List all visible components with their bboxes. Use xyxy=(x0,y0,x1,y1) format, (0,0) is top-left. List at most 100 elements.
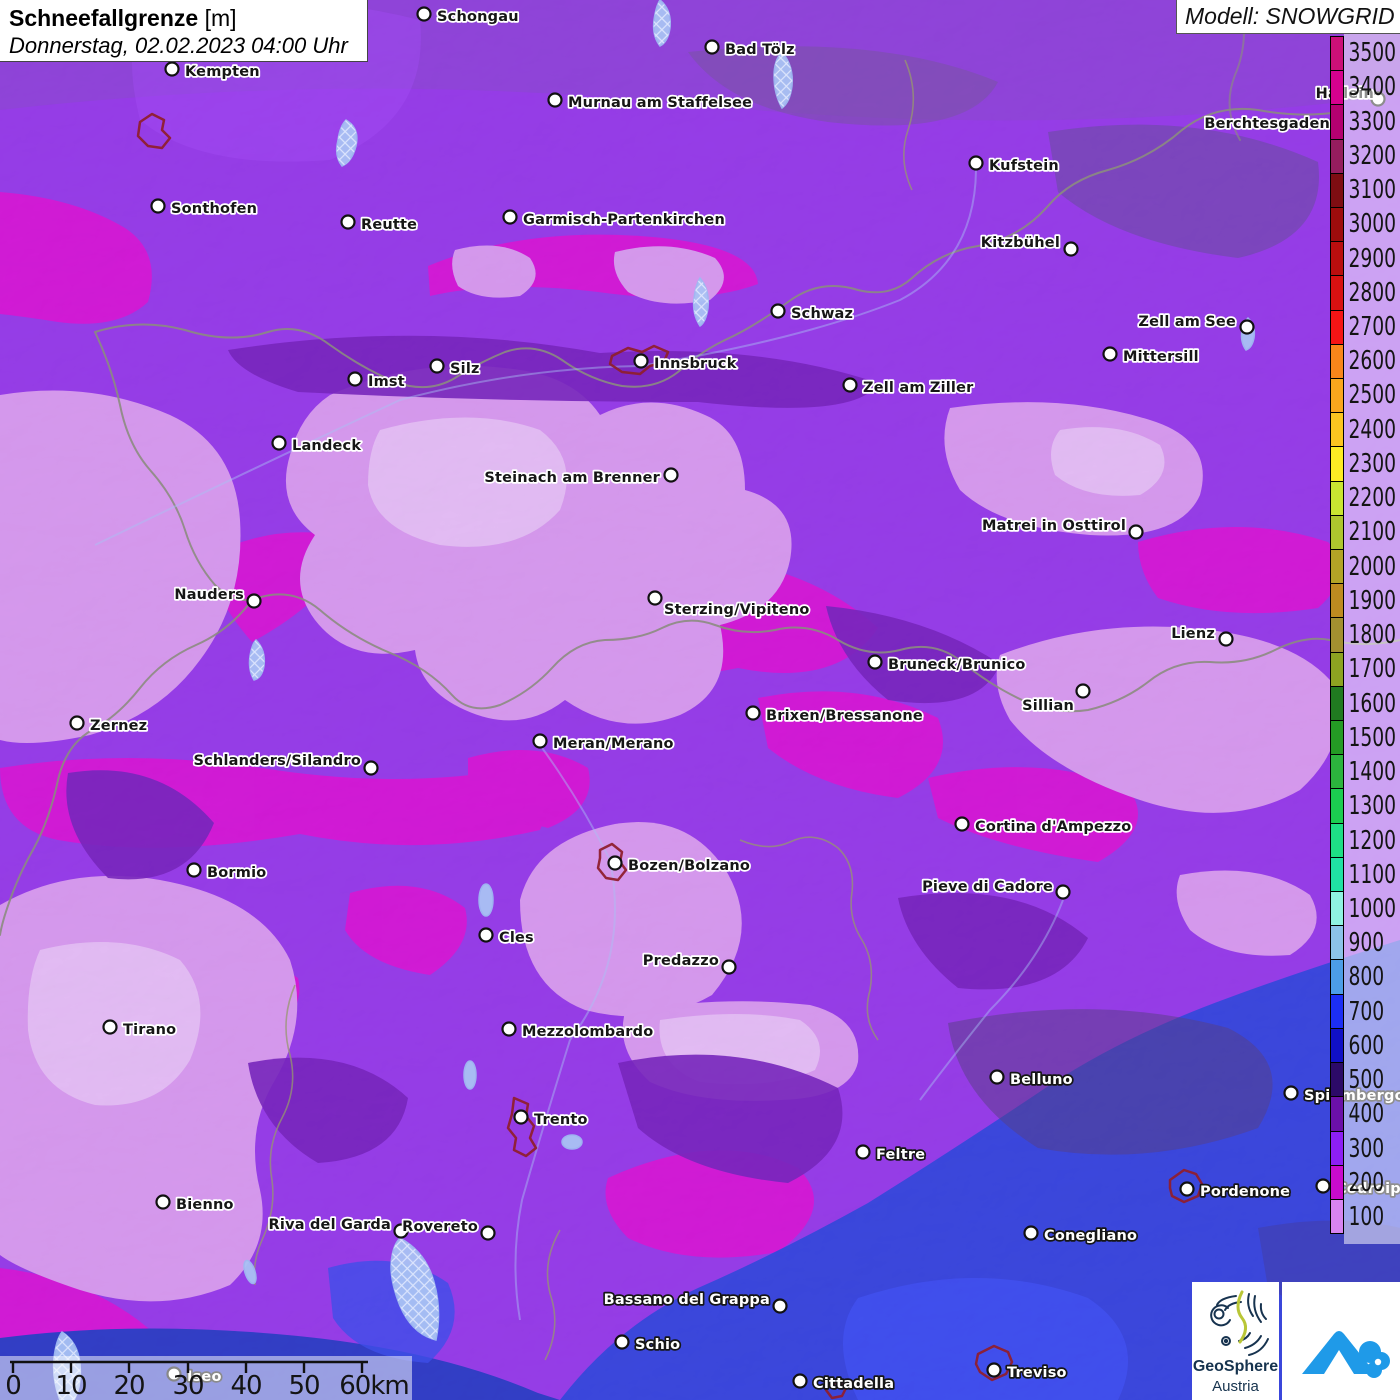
colorbar-segment-200 xyxy=(1330,1165,1344,1200)
city-dot xyxy=(342,216,355,229)
title-unit: [m] xyxy=(205,5,237,31)
city-dot xyxy=(635,355,648,368)
colorbar-segment-2500 xyxy=(1330,378,1344,413)
colorbar-value-2600: 2600 xyxy=(1347,344,1385,378)
city-label: Bassano del Grappa xyxy=(604,1292,770,1308)
scalebar-label: 20 xyxy=(113,1371,144,1400)
colorbar-segment-1700 xyxy=(1330,652,1344,687)
colorbar-value-3300: 3300 xyxy=(1347,104,1385,138)
colorbar xyxy=(1330,36,1344,1234)
city-label: Sillian xyxy=(1022,698,1074,714)
city-dot xyxy=(774,1300,787,1313)
colorbar-segment-2900 xyxy=(1330,241,1344,276)
mountain-cloud-icon xyxy=(1282,1282,1400,1400)
colorbar-segment-3100 xyxy=(1330,173,1344,208)
scalebar: 0 10 20 30 40 50 60km xyxy=(0,1356,412,1400)
colorbar-segment-1600 xyxy=(1330,686,1344,721)
partner-logo xyxy=(1282,1282,1400,1400)
colorbar-segment-2200 xyxy=(1330,481,1344,516)
colorbar-segment-1100 xyxy=(1330,857,1344,892)
city-label: Bad Tölz xyxy=(725,42,795,58)
city-label: Pordenone xyxy=(1200,1184,1290,1200)
title-box: Schneefallgrenze [m] Donnerstag, 02.02.2… xyxy=(0,0,368,62)
colorbar-labels: 3500340033003200310030002900280027002600… xyxy=(1347,36,1400,1234)
colorbar-segment-1800 xyxy=(1330,617,1344,652)
city-label: Zell am See xyxy=(1138,314,1236,330)
colorbar-value-1800: 1800 xyxy=(1347,618,1385,652)
city-label: Zernez xyxy=(90,718,147,734)
city-garmisch-partenkirchen: Garmisch-Partenkirchen xyxy=(504,211,725,229)
city-cortina-d-ampezzo: Cortina d'Ampezzo xyxy=(956,818,1132,836)
scalebar-label: 50 xyxy=(288,1371,319,1400)
city-label: Treviso xyxy=(1007,1365,1067,1381)
title-text: Schneefallgrenze xyxy=(9,5,198,31)
city-dot xyxy=(649,592,662,605)
city-dot xyxy=(1057,886,1070,899)
scalebar-label: 10 xyxy=(55,1371,86,1400)
model-label: Modell: SNOWGRID xyxy=(1185,3,1395,29)
colorbar-segment-500 xyxy=(1330,1062,1344,1097)
colorbar-segment-2800 xyxy=(1330,275,1344,310)
city-dot xyxy=(166,63,179,76)
city-meran-merano: Meran/Merano xyxy=(534,735,674,753)
geosphere-contour-icon xyxy=(1192,1282,1279,1358)
colorbar-segment-1300 xyxy=(1330,788,1344,823)
colorbar-value-1600: 1600 xyxy=(1347,686,1385,720)
city-label: Schlanders/Silandro xyxy=(193,753,361,769)
colorbar-segment-3200 xyxy=(1330,139,1344,174)
city-label: Meran/Merano xyxy=(553,736,674,752)
colorbar-segment-800 xyxy=(1330,959,1344,994)
colorbar-segment-1200 xyxy=(1330,823,1344,858)
city-label: Mezzolombardo xyxy=(522,1024,653,1040)
colorbar-segment-300 xyxy=(1330,1131,1344,1166)
city-label: Landeck xyxy=(292,438,361,454)
scalebar-label: 60km xyxy=(339,1371,408,1400)
city-label: Predazzo xyxy=(643,953,719,969)
city-dot xyxy=(515,1111,528,1124)
colorbar-segment-3300 xyxy=(1330,104,1344,139)
city-dot xyxy=(503,1023,516,1036)
colorbar-value-1500: 1500 xyxy=(1347,721,1385,755)
city-label: Tirano xyxy=(123,1022,176,1038)
colorbar-value-1300: 1300 xyxy=(1347,789,1385,823)
colorbar-value-2200: 2200 xyxy=(1347,481,1385,515)
colorbar-segment-3500 xyxy=(1330,36,1344,71)
city-label: Cittadella xyxy=(813,1376,894,1392)
city-label: Zell am Ziller xyxy=(863,380,974,396)
city-dot xyxy=(1065,243,1078,256)
title-datetime: Donnerstag, 02.02.2023 04:00 Uhr xyxy=(9,32,358,60)
colorbar-segment-600 xyxy=(1330,1028,1344,1063)
city-dot xyxy=(71,717,84,730)
city-dot xyxy=(248,595,261,608)
city-dot xyxy=(747,707,760,720)
colorbar-segment-2300 xyxy=(1330,446,1344,481)
colorbar-value-2400: 2400 xyxy=(1347,413,1385,447)
colorbar-value-2800: 2800 xyxy=(1347,276,1385,310)
city-label: Schwaz xyxy=(791,306,853,322)
city-label: Innsbruck xyxy=(654,356,737,372)
colorbar-segment-100 xyxy=(1330,1199,1344,1234)
city-label: Cles xyxy=(499,930,534,946)
city-dot xyxy=(1220,633,1233,646)
city-dot xyxy=(349,373,362,386)
colorbar-value-2100: 2100 xyxy=(1347,515,1385,549)
colorbar-value-3200: 3200 xyxy=(1347,139,1385,173)
city-dot xyxy=(869,656,882,669)
city-label: Pieve di Cadore xyxy=(922,879,1053,895)
colorbar-value-2700: 2700 xyxy=(1347,310,1385,344)
city-label: Conegliano xyxy=(1044,1228,1137,1244)
city-dot xyxy=(991,1071,1004,1084)
scalebar-label: 0 xyxy=(5,1371,21,1400)
colorbar-value-600: 600 xyxy=(1347,1029,1385,1063)
colorbar-segment-2000 xyxy=(1330,549,1344,584)
city-dot xyxy=(273,437,286,450)
city-dot xyxy=(157,1196,170,1209)
colorbar-value-300: 300 xyxy=(1347,1132,1385,1166)
colorbar-value-2500: 2500 xyxy=(1347,378,1385,412)
city-label: Reutte xyxy=(361,217,417,233)
city-label: Bienno xyxy=(176,1197,234,1213)
colorbar-value-1100: 1100 xyxy=(1347,858,1385,892)
city-brixen-bressanone: Brixen/Bressanone xyxy=(747,707,923,725)
city-dot xyxy=(1025,1227,1038,1240)
city-dot xyxy=(616,1336,629,1349)
